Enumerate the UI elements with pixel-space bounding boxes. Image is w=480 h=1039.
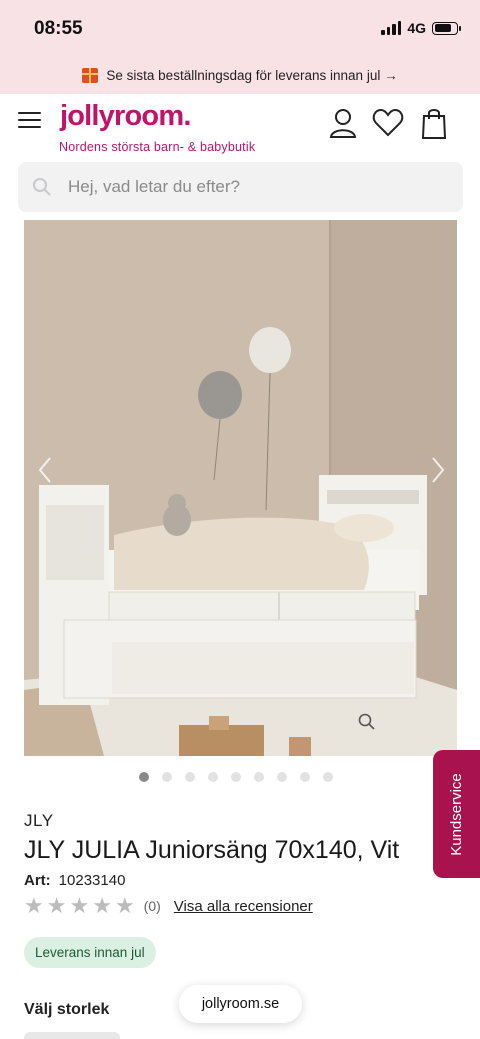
carousel-dot[interactable] <box>300 772 310 782</box>
status-time: 08:55 <box>34 18 83 39</box>
user-icon[interactable] <box>326 106 360 140</box>
customer-service-label: Kundservice <box>448 772 466 856</box>
carousel-dot[interactable] <box>139 772 149 782</box>
carousel-dot[interactable] <box>277 772 287 782</box>
product-image[interactable] <box>24 220 457 756</box>
browser-url-bar[interactable]: jollyroom.se <box>179 985 302 1023</box>
size-option[interactable] <box>24 1032 120 1039</box>
star-icon: ★ <box>69 893 90 918</box>
search-bar[interactable] <box>18 162 463 212</box>
carousel-dot[interactable] <box>231 772 241 782</box>
battery-icon <box>432 21 461 35</box>
status-bar: 08:55 4G <box>0 0 480 56</box>
star-icon: ★ <box>24 893 44 918</box>
logo[interactable]: jollyroom. <box>60 100 191 133</box>
carousel-dots <box>0 772 480 782</box>
status-indicators: 4G <box>381 20 461 36</box>
shopping-bag-icon[interactable] <box>419 106 453 140</box>
carousel-dot[interactable] <box>254 772 264 782</box>
tagline: Nordens största barn- & babybutik <box>59 140 256 154</box>
customer-service-tab[interactable]: Kundservice <box>433 750 480 878</box>
size-label: Välj storlek <box>24 1001 110 1018</box>
article-number: Art: 10233140 <box>24 872 125 889</box>
next-image-arrow[interactable] <box>423 450 453 490</box>
signal-icon <box>381 21 402 35</box>
menu-icon[interactable] <box>18 112 41 128</box>
article-value: 10233140 <box>58 872 126 889</box>
product-brand[interactable]: JLY <box>24 811 54 831</box>
heart-icon[interactable] <box>371 106 405 140</box>
carousel-dot[interactable] <box>185 772 195 782</box>
carousel-dot[interactable] <box>323 772 333 782</box>
article-label: Art: <box>24 872 51 889</box>
zoom-icon[interactable] <box>357 712 377 732</box>
promo-banner[interactable]: Se sista beställningsdag för leverans in… <box>0 56 480 94</box>
promo-text: Se sista beställningsdag för leverans in… <box>106 67 398 83</box>
star-icon: ★ <box>46 893 67 918</box>
rating-row: ★ ★ ★ ★ ★ (0) Visa alla recensioner <box>24 895 313 917</box>
carousel-dot[interactable] <box>162 772 172 782</box>
product-title: JLY JULIA Juniorsäng 70x140, Vit <box>24 836 400 864</box>
rating-count: (0) <box>143 898 161 914</box>
star-icon: ★ <box>114 893 135 918</box>
search-input[interactable] <box>68 177 428 197</box>
previous-image-arrow[interactable] <box>30 450 60 490</box>
all-reviews-link[interactable]: Visa alla recensioner <box>174 898 313 915</box>
gift-icon <box>82 67 99 83</box>
star-icon: ★ <box>92 893 112 918</box>
network-type: 4G <box>407 20 426 36</box>
carousel-dot[interactable] <box>208 772 218 782</box>
search-icon <box>33 178 51 196</box>
site-header: jollyroom. Nordens största barn- & babyb… <box>0 94 480 160</box>
delivery-badge: Leverans innan jul <box>24 937 156 968</box>
